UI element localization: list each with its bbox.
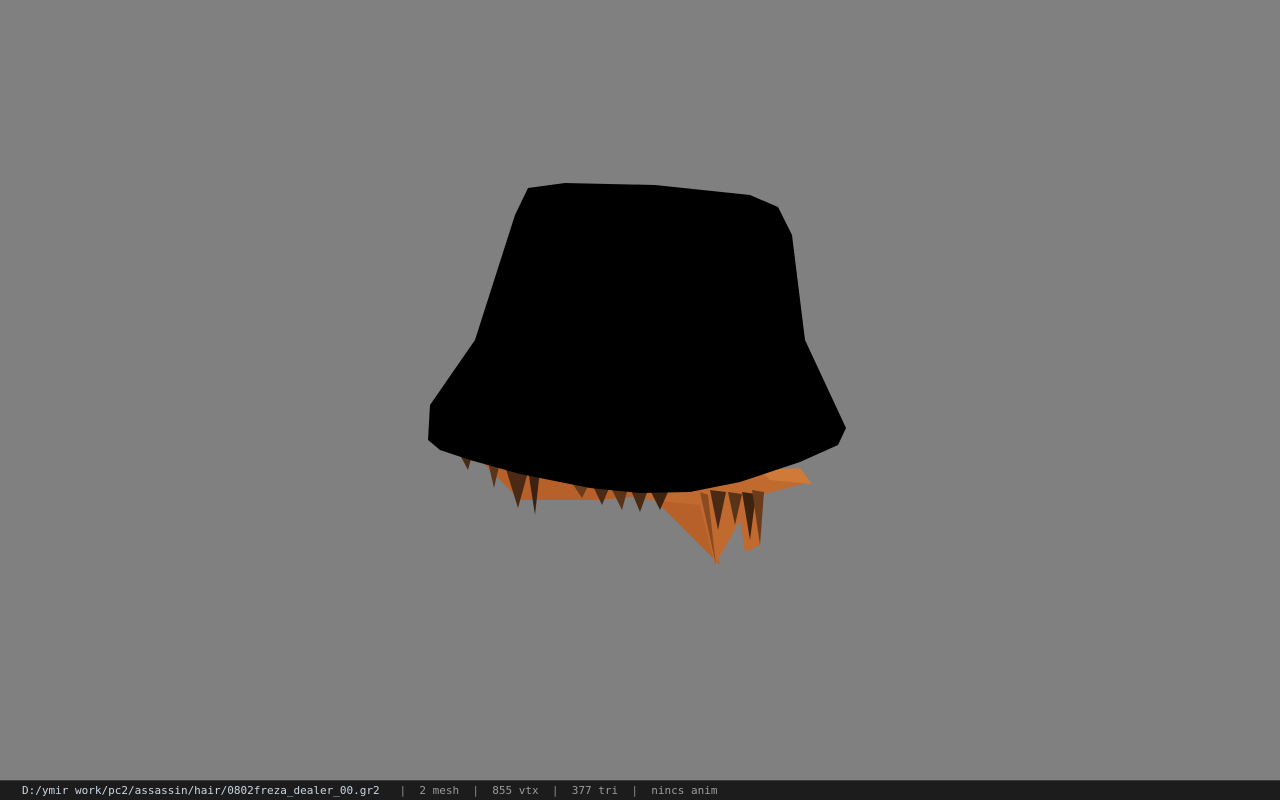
triangle-count: 377 tri <box>571 784 619 797</box>
separator: | <box>551 784 559 797</box>
status-bar: D:/ymir work/pc2/assassin/hair/0802freza… <box>0 780 1280 800</box>
animation-status: nincs anim <box>651 784 718 797</box>
file-path: D:/ymir work/pc2/assassin/hair/0802freza… <box>22 784 380 797</box>
3d-viewport[interactable] <box>0 0 1280 780</box>
model-render <box>428 183 846 565</box>
separator: | <box>631 784 638 797</box>
hat-mesh <box>428 183 846 493</box>
separator: | <box>472 784 479 797</box>
separator: | <box>399 784 407 797</box>
mesh-count: 2 mesh <box>419 784 460 797</box>
vertex-count: 855 vtx <box>492 784 539 797</box>
